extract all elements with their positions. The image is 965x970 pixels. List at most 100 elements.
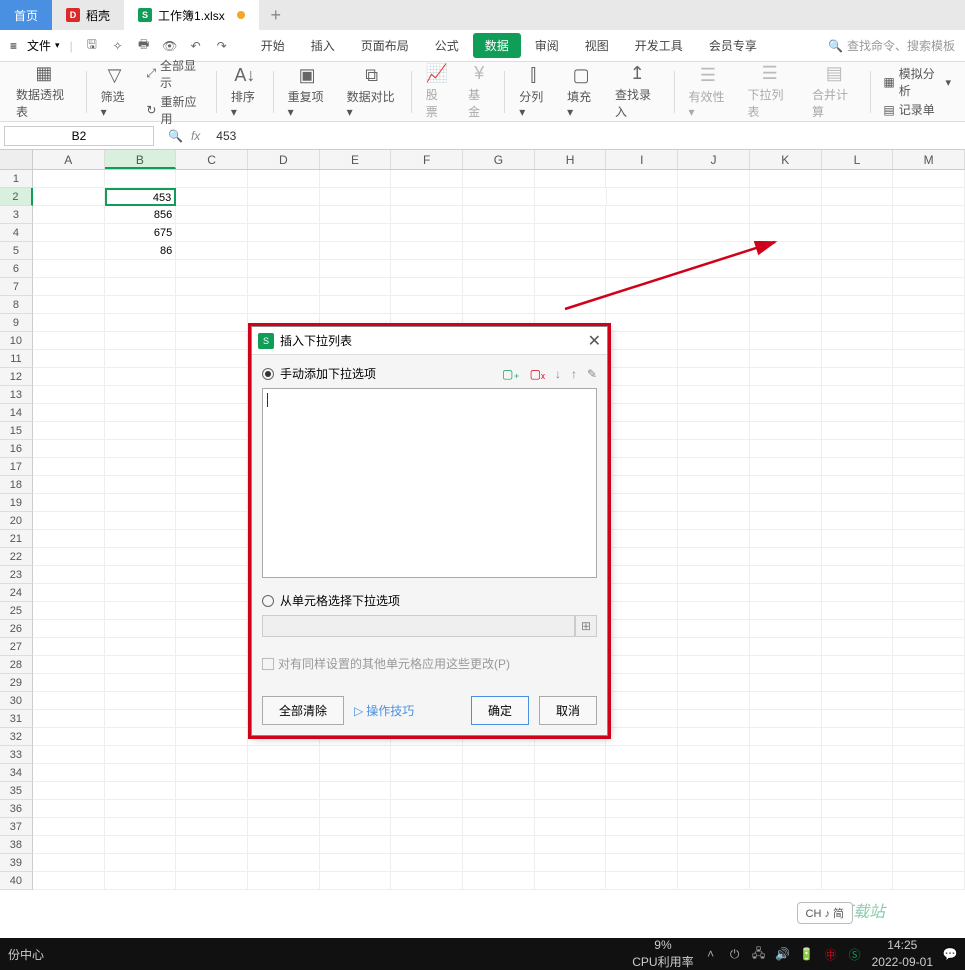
row-header[interactable]: 18 [0, 476, 33, 494]
menu-data[interactable]: 数据 [473, 33, 521, 58]
row-header[interactable]: 14 [0, 404, 33, 422]
clock[interactable]: 14:252022-09-01 [872, 939, 933, 969]
cell[interactable] [750, 836, 822, 854]
cell[interactable] [535, 260, 607, 278]
cell[interactable] [176, 836, 248, 854]
cell[interactable] [33, 494, 105, 512]
cell[interactable] [750, 584, 822, 602]
ok-button[interactable]: 确定 [471, 696, 529, 725]
cell[interactable] [750, 440, 822, 458]
col-header-B[interactable]: B [105, 150, 177, 169]
cell[interactable] [463, 278, 535, 296]
cell[interactable] [176, 440, 248, 458]
cell[interactable] [248, 800, 320, 818]
cell[interactable] [822, 314, 894, 332]
menu-start[interactable]: 开始 [249, 33, 297, 58]
row-header[interactable]: 4 [0, 224, 33, 242]
cell[interactable] [678, 386, 750, 404]
row-header[interactable]: 19 [0, 494, 33, 512]
cell[interactable] [606, 530, 678, 548]
cell[interactable] [750, 278, 822, 296]
cell[interactable] [607, 188, 679, 206]
cell[interactable] [105, 872, 177, 890]
cell[interactable] [248, 224, 320, 242]
cell[interactable] [678, 332, 750, 350]
cell[interactable] [750, 728, 822, 746]
cell[interactable] [463, 242, 535, 260]
cell[interactable] [33, 818, 105, 836]
cell[interactable] [750, 548, 822, 566]
dialog-titlebar[interactable]: S 插入下拉列表 ✕ [252, 327, 607, 355]
cell[interactable] [678, 584, 750, 602]
cell[interactable] [678, 494, 750, 512]
cell[interactable] [678, 548, 750, 566]
cell[interactable] [893, 314, 965, 332]
row-header[interactable]: 1 [0, 170, 33, 188]
cell[interactable] [33, 170, 105, 188]
cell[interactable] [606, 620, 678, 638]
row-header[interactable]: 32 [0, 728, 33, 746]
cell[interactable] [535, 188, 607, 206]
cell[interactable] [606, 494, 678, 512]
cell[interactable] [750, 296, 822, 314]
edit-icon[interactable]: ✎ [587, 367, 597, 381]
menu-dev[interactable]: 开发工具 [623, 33, 695, 58]
cell[interactable] [248, 296, 320, 314]
cell[interactable] [678, 854, 750, 872]
cell[interactable] [176, 278, 248, 296]
cell[interactable] [176, 728, 248, 746]
tray-net-icon[interactable]: 🖧 [752, 947, 766, 961]
cell[interactable] [678, 188, 750, 206]
cell[interactable] [678, 872, 750, 890]
cell[interactable] [33, 458, 105, 476]
cell[interactable] [750, 206, 822, 224]
cell[interactable] [606, 548, 678, 566]
cell[interactable] [105, 296, 177, 314]
cell[interactable] [750, 476, 822, 494]
col-header-F[interactable]: F [391, 150, 463, 169]
row-header[interactable]: 24 [0, 584, 33, 602]
col-header-E[interactable]: E [320, 150, 392, 169]
cell[interactable] [678, 242, 750, 260]
cell[interactable] [606, 710, 678, 728]
cell[interactable] [606, 260, 678, 278]
cell[interactable] [105, 386, 177, 404]
cell[interactable] [105, 548, 177, 566]
cell[interactable] [320, 836, 392, 854]
cell[interactable] [750, 746, 822, 764]
cell[interactable] [822, 548, 894, 566]
cell[interactable] [176, 566, 248, 584]
cell[interactable] [893, 458, 965, 476]
cell[interactable] [678, 602, 750, 620]
cell[interactable] [750, 620, 822, 638]
cell[interactable] [893, 350, 965, 368]
range-input[interactable] [262, 615, 575, 637]
command-search[interactable]: 🔍 查找命令、搜索模板 [828, 37, 955, 54]
cell[interactable] [535, 224, 607, 242]
col-header-G[interactable]: G [463, 150, 535, 169]
cell[interactable] [105, 728, 177, 746]
cell[interactable] [391, 188, 463, 206]
cell[interactable] [33, 440, 105, 458]
cell[interactable] [678, 296, 750, 314]
preview-icon[interactable]: 👁 [161, 37, 179, 55]
cell[interactable] [33, 530, 105, 548]
cell[interactable] [176, 458, 248, 476]
cell[interactable] [822, 818, 894, 836]
cell[interactable] [678, 260, 750, 278]
menu-page[interactable]: 页面布局 [349, 33, 421, 58]
cell[interactable] [176, 314, 248, 332]
cell[interactable] [678, 566, 750, 584]
cell[interactable] [678, 638, 750, 656]
col-header-M[interactable]: M [893, 150, 965, 169]
cell[interactable] [606, 692, 678, 710]
cell[interactable] [105, 494, 177, 512]
row-header[interactable]: 28 [0, 656, 33, 674]
cell[interactable] [33, 242, 105, 260]
cell[interactable] [33, 638, 105, 656]
cell[interactable] [391, 854, 463, 872]
cell[interactable] [822, 440, 894, 458]
cell[interactable] [248, 746, 320, 764]
range-picker-icon[interactable]: ⊞ [575, 615, 597, 637]
cell[interactable] [176, 242, 248, 260]
